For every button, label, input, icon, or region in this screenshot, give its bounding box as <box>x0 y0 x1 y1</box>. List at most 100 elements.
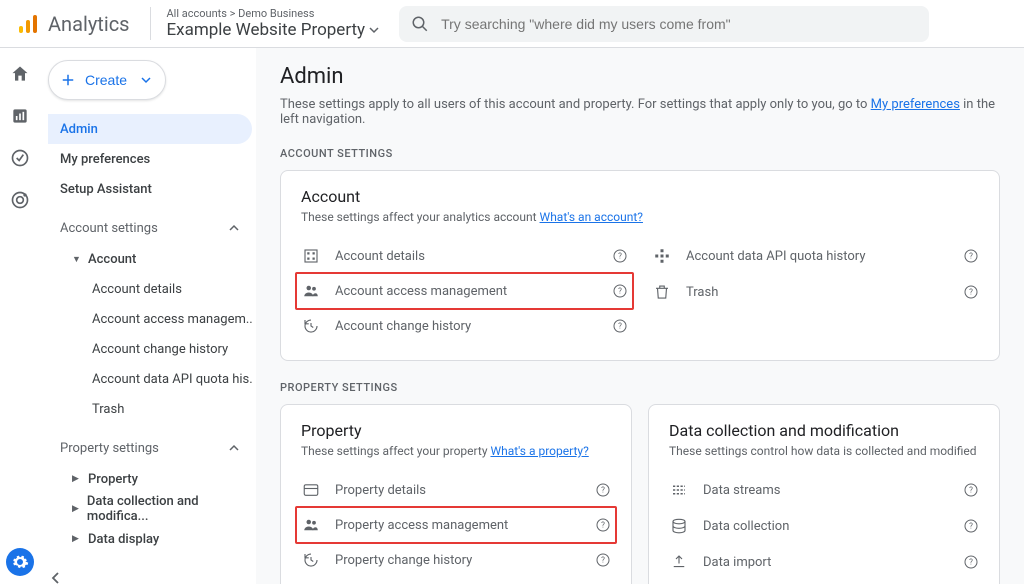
property-card: Property These settings affect your prop… <box>280 404 632 584</box>
help-icon[interactable]: ? <box>612 248 628 264</box>
sidebar-item-account-change-history[interactable]: Account change history <box>64 334 252 364</box>
help-icon[interactable]: ? <box>612 318 628 334</box>
card-icon <box>301 480 321 500</box>
sidebar-item-trash[interactable]: Trash <box>64 394 252 424</box>
data-retention-link[interactable]: Data retention ? <box>669 580 979 584</box>
help-icon[interactable]: ? <box>595 482 611 498</box>
section-label: Account settings <box>60 221 158 236</box>
link-label: Property access management <box>335 518 581 533</box>
property-access-management-link[interactable]: Property access management ? <box>295 506 617 544</box>
account-access-management-link[interactable]: Account access management ? <box>295 272 634 310</box>
property-api-quota-link[interactable]: Property data API quota history ? <box>301 578 611 584</box>
link-label: Property details <box>335 483 581 498</box>
account-change-history-link[interactable]: Account change history ? <box>301 308 628 344</box>
chevron-up-icon <box>228 222 240 234</box>
sidebar-item-setup-assistant[interactable]: Setup Assistant <box>48 174 252 204</box>
data-streams-link[interactable]: Data streams ? <box>669 472 979 508</box>
group-label: Property <box>88 472 138 487</box>
left-icon-rail <box>0 48 40 584</box>
sidebar-item-account-details[interactable]: Account details <box>64 274 252 304</box>
account-card: Account These settings affect your analy… <box>280 170 1000 361</box>
sidebar-group-data-display[interactable]: ▶Data display <box>64 524 252 554</box>
help-icon[interactable]: ? <box>963 482 979 498</box>
svg-text:?: ? <box>969 558 973 567</box>
admin-gear-icon[interactable] <box>6 548 34 576</box>
link-label: Data import <box>703 555 949 570</box>
triangle-right-icon: ▶ <box>72 534 82 544</box>
home-icon[interactable] <box>10 64 30 84</box>
link-label: Data collection <box>703 519 949 534</box>
sidebar-group-data-collection[interactable]: ▶Data collection and modifica... <box>64 494 252 524</box>
card-title: Data collection and modification <box>669 421 979 440</box>
help-icon[interactable]: ? <box>963 554 979 570</box>
sidebar-section-property-settings[interactable]: Property settings <box>48 432 252 464</box>
link-label: Trash <box>686 285 949 300</box>
link-label: Account data API quota history <box>686 249 949 264</box>
search-box[interactable] <box>399 6 929 42</box>
reports-icon[interactable] <box>10 106 30 126</box>
help-icon[interactable]: ? <box>963 518 979 534</box>
building-icon <box>301 246 321 266</box>
link-label: Data streams <box>703 483 949 498</box>
svg-text:?: ? <box>601 486 605 495</box>
help-icon[interactable]: ? <box>595 517 611 533</box>
plus-icon <box>59 71 77 89</box>
upload-icon <box>669 552 689 572</box>
sidebar-item-label: Admin <box>60 122 98 137</box>
section-label: Property settings <box>60 441 159 456</box>
create-label: Create <box>85 72 127 88</box>
page-subtitle: These settings apply to all users of thi… <box>280 97 1000 127</box>
help-icon[interactable]: ? <box>595 552 611 568</box>
property-name-dropdown[interactable]: Example Website Property <box>167 20 380 40</box>
my-preferences-link[interactable]: My preferences <box>871 97 960 112</box>
trash-icon <box>652 282 672 302</box>
whats-a-property-link[interactable]: What's a property? <box>490 444 588 458</box>
help-icon[interactable]: ? <box>963 284 979 300</box>
sidebar-group-account[interactable]: ▼Account <box>64 244 252 274</box>
explore-icon[interactable] <box>10 148 30 168</box>
stream-icon <box>669 480 689 500</box>
trash-link[interactable]: Trash ? <box>652 274 979 310</box>
sidebar-group-property[interactable]: ▶Property <box>64 464 252 494</box>
data-import-link[interactable]: Data import ? <box>669 544 979 580</box>
logo[interactable]: Analytics <box>16 12 130 36</box>
people-icon <box>301 515 321 535</box>
link-label: Property change history <box>335 553 581 568</box>
advertising-icon[interactable] <box>10 190 30 210</box>
collapse-sidebar-button[interactable] <box>48 570 252 584</box>
card-description: These settings affect your property What… <box>301 444 611 458</box>
sidebar-item-label: My preferences <box>60 152 150 167</box>
group-label: Data collection and modifica... <box>87 494 244 524</box>
create-button[interactable]: Create <box>48 60 166 100</box>
search-input[interactable] <box>441 16 917 32</box>
sidebar-item-account-access-management[interactable]: Account access managem... <box>64 304 252 334</box>
help-icon[interactable]: ? <box>612 283 628 299</box>
sidebar-item-admin[interactable]: Admin <box>48 114 252 144</box>
page-title: Admin <box>280 64 1000 89</box>
svg-text:?: ? <box>618 252 622 261</box>
account-details-link[interactable]: Account details ? <box>301 238 628 274</box>
sidebar-item-account-data-api-quota[interactable]: Account data API quota his... <box>64 364 252 394</box>
svg-text:?: ? <box>618 322 622 331</box>
caret-down-icon <box>141 75 151 85</box>
property-change-history-link[interactable]: Property change history ? <box>301 542 611 578</box>
svg-text:?: ? <box>601 556 605 565</box>
svg-text:?: ? <box>618 287 622 296</box>
property-details-link[interactable]: Property details ? <box>301 472 611 508</box>
history-icon <box>301 316 321 336</box>
account-picker[interactable]: All accounts > Demo Business Example Web… <box>150 7 380 40</box>
triangle-down-icon: ▼ <box>72 254 82 265</box>
sidebar: Create Admin My preferences Setup Assist… <box>40 48 256 584</box>
svg-text:?: ? <box>601 521 605 530</box>
sidebar-section-account-settings[interactable]: Account settings <box>48 212 252 244</box>
breadcrumb: All accounts > Demo Business <box>167 7 380 20</box>
whats-an-account-link[interactable]: What's an account? <box>540 210 643 224</box>
svg-text:?: ? <box>969 522 973 531</box>
account-api-quota-link[interactable]: Account data API quota history ? <box>652 238 979 274</box>
caret-down-icon <box>369 25 379 35</box>
chevron-up-icon <box>228 442 240 454</box>
sidebar-item-my-preferences[interactable]: My preferences <box>48 144 252 174</box>
data-collection-link[interactable]: Data collection ? <box>669 508 979 544</box>
card-title: Property <box>301 421 611 440</box>
help-icon[interactable]: ? <box>963 248 979 264</box>
